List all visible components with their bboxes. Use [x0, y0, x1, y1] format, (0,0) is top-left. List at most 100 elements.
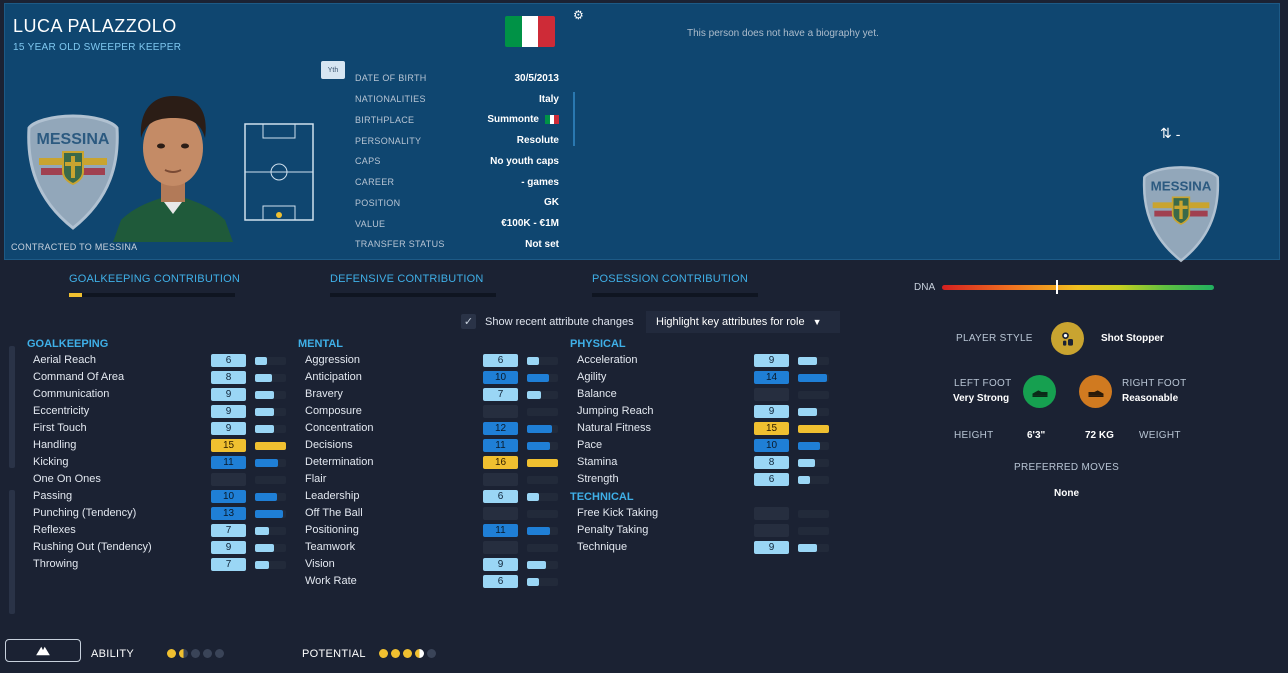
attribute-value: 6	[211, 354, 246, 367]
attribute-row[interactable]: Decisions 11	[305, 437, 565, 454]
attribute-name: Bravery	[305, 388, 343, 400]
attribute-row[interactable]: Leadership 6	[305, 488, 565, 505]
info-value: €100K - €1M	[501, 218, 559, 230]
attribute-row[interactable]: Balance	[577, 386, 837, 403]
attribute-value: 7	[211, 558, 246, 571]
attribute-row[interactable]: Concentration 12	[305, 420, 565, 437]
attribute-row[interactable]: Command Of Area 8	[33, 369, 293, 386]
info-value[interactable]: Italy	[539, 94, 559, 105]
attribute-row[interactable]: Strength 6	[577, 471, 837, 488]
attribute-value	[754, 388, 789, 401]
attribute-bar-track	[527, 374, 558, 382]
attribute-row[interactable]: Acceleration 9	[577, 352, 837, 369]
attribute-row[interactable]: Aerial Reach 6	[33, 352, 293, 369]
attribute-name: Agility	[577, 371, 607, 383]
left-foot-value: Very Strong	[953, 393, 1010, 404]
swap-control[interactable]: ⇅ -	[1160, 125, 1180, 142]
attribute-row[interactable]: Pace 10	[577, 437, 837, 454]
club-crest-icon[interactable]: MESSINA	[1141, 164, 1221, 264]
gear-icon[interactable]: ⚙	[573, 8, 584, 22]
highlight-attributes-dropdown[interactable]: Highlight key attributes for role ▼	[646, 311, 840, 333]
attribute-bar	[255, 391, 274, 399]
attribute-bar	[255, 425, 274, 433]
attribute-row[interactable]: Eccentricity 9	[33, 403, 293, 420]
attribute-row[interactable]: Off The Ball	[305, 505, 565, 522]
technical-attributes: Free Kick Taking Penalty Taking Technique 9	[577, 505, 837, 556]
italy-flag-icon	[505, 16, 555, 47]
info-value[interactable]: Not set	[525, 239, 559, 250]
ability-stars	[167, 649, 224, 658]
scrollbar-segment[interactable]	[9, 490, 15, 614]
youth-badge: Yth	[321, 61, 345, 79]
attribute-row[interactable]: Bravery 7	[305, 386, 565, 403]
attribute-bar-track	[527, 493, 558, 501]
attribute-bar	[255, 442, 286, 450]
attribute-row[interactable]: Handling 15	[33, 437, 293, 454]
attribute-value: 7	[483, 388, 518, 401]
dna-bar[interactable]	[942, 285, 1214, 290]
attribute-value	[483, 405, 518, 418]
attribute-row[interactable]: Penalty Taking	[577, 522, 837, 539]
biography-text: This person does not have a biography ye…	[687, 28, 879, 39]
attribute-row[interactable]: Composure	[305, 403, 565, 420]
attribute-bar	[255, 374, 273, 382]
attribute-value	[754, 524, 789, 537]
attribute-row[interactable]: Teamwork	[305, 539, 565, 556]
player-style-label: PLAYER STYLE	[956, 333, 1033, 344]
attribute-row[interactable]: Kicking 11	[33, 454, 293, 471]
recent-changes-toggle[interactable]: ✓ Show recent attribute changes	[461, 314, 634, 329]
info-row-value: VALUE €100K - €1M	[355, 213, 559, 234]
attribute-row[interactable]: Natural Fitness 15	[577, 420, 837, 437]
scroll-indicator[interactable]	[573, 92, 575, 146]
attribute-bar	[255, 459, 279, 467]
attribute-row[interactable]: Stamina 8	[577, 454, 837, 471]
attribute-bar	[255, 357, 268, 365]
attribute-name: Aggression	[305, 354, 361, 366]
attribute-row[interactable]: Agility 14	[577, 369, 837, 386]
player-style-icon[interactable]	[1051, 322, 1084, 355]
attribute-row[interactable]: Positioning 11	[305, 522, 565, 539]
preferred-moves-label: PREFERRED MOVES	[1014, 462, 1120, 473]
attribute-row[interactable]: Throwing 7	[33, 556, 293, 573]
info-label: VALUE	[355, 218, 386, 229]
attribute-row[interactable]: Flair	[305, 471, 565, 488]
attribute-bar-track	[798, 391, 829, 399]
attribute-bar-track	[798, 476, 829, 484]
attribute-name: Flair	[305, 473, 327, 485]
checkbox-icon[interactable]: ✓	[461, 314, 476, 329]
attribute-row[interactable]: Rushing Out (Tendency) 9	[33, 539, 293, 556]
attribute-name: Punching (Tendency)	[33, 507, 137, 519]
attribute-name: Eccentricity	[33, 405, 90, 417]
attribute-row[interactable]: Punching (Tendency) 13	[33, 505, 293, 522]
attribute-value: 12	[483, 422, 518, 435]
attribute-row[interactable]: Work Rate 6	[305, 573, 565, 590]
possession-contribution[interactable]: POSESSION CONTRIBUTION	[592, 273, 758, 297]
contribution-title: POSESSION CONTRIBUTION	[592, 273, 748, 285]
attribute-row[interactable]: Passing 10	[33, 488, 293, 505]
attribute-row[interactable]: Reflexes 7	[33, 522, 293, 539]
attribute-value: 11	[483, 524, 518, 537]
attribute-row[interactable]: Technique 9	[577, 539, 837, 556]
attribute-row[interactable]: Communication 9	[33, 386, 293, 403]
goalkeeping-contribution[interactable]: GOALKEEPING CONTRIBUTION	[69, 273, 240, 297]
scrollbar-segment[interactable]	[9, 346, 15, 468]
defensive-contribution[interactable]: DEFENSIVE CONTRIBUTION	[330, 273, 496, 297]
attribute-value: 9	[483, 558, 518, 571]
attribute-row[interactable]: Aggression 6	[305, 352, 565, 369]
attribute-row[interactable]: Anticipation 10	[305, 369, 565, 386]
attribute-row[interactable]: Jumping Reach 9	[577, 403, 837, 420]
attribute-row[interactable]: First Touch 9	[33, 420, 293, 437]
attribute-row[interactable]: Vision 9	[305, 556, 565, 573]
player-info-table: DATE OF BIRTH 30/5/2013 NATIONALITIES It…	[355, 68, 560, 255]
attribute-name: Work Rate	[305, 575, 357, 587]
birthplace-value[interactable]: Summonte	[487, 114, 539, 125]
ability-toggle-button[interactable]	[5, 639, 81, 662]
attribute-row[interactable]: Free Kick Taking	[577, 505, 837, 522]
attribute-value: 6	[754, 473, 789, 486]
attribute-row[interactable]: One On Ones	[33, 471, 293, 488]
contract-status[interactable]: CONTRACTED TO MESSINA	[11, 242, 137, 252]
crest-text: MESSINA	[37, 131, 110, 148]
attribute-bar	[255, 544, 274, 552]
attribute-row[interactable]: Determination 16	[305, 454, 565, 471]
club-crest-icon[interactable]: MESSINA	[25, 112, 121, 232]
